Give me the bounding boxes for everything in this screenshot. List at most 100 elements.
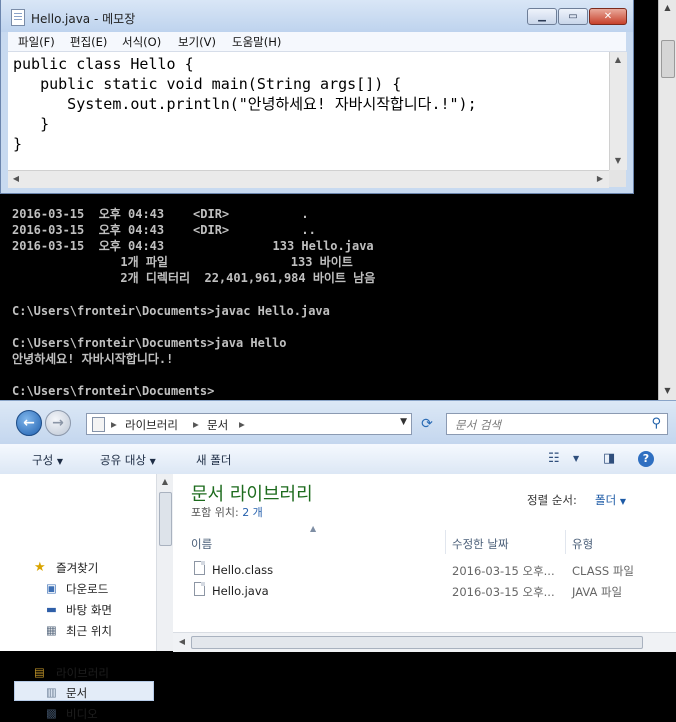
breadcrumb-documents[interactable]: 문서 <box>207 417 228 433</box>
notepad-content: public class Hello { public static void … <box>13 55 477 153</box>
star-icon: ★ <box>34 560 46 575</box>
close-icon: ✕ <box>603 11 613 22</box>
scroll-right-icon[interactable]: ▶ <box>592 171 608 187</box>
menu-view[interactable]: 보기(V) <box>178 34 216 50</box>
search-icon[interactable]: ⚲ <box>651 416 661 431</box>
file-name[interactable]: Hello.class <box>212 563 273 577</box>
video-icon: ▩ <box>46 706 57 720</box>
recent-places-icon: ▦ <box>46 623 57 637</box>
search-placeholder: 문서 검색 <box>455 418 501 432</box>
notepad-horizontal-scrollbar[interactable]: ◀ ▶ <box>8 170 609 188</box>
share-button[interactable]: 공유 대상 ▼ <box>100 452 156 468</box>
chevron-down-icon: ▼ <box>56 457 63 466</box>
console-line: 안녕하세요! 자바시작합니다.! <box>12 352 174 366</box>
console-scroll-thumb[interactable] <box>661 40 675 78</box>
file-list-horizontal-scrollbar[interactable]: ◀ <box>173 632 676 652</box>
console-line: 2개 디렉터리 22,401,961,984 바이트 남음 <box>12 271 376 285</box>
file-name[interactable]: Hello.java <box>212 584 269 598</box>
new-folder-button[interactable]: 새 폴더 <box>196 452 231 468</box>
nav-item-downloads[interactable]: 다운로드 <box>66 581 108 597</box>
notepad-vertical-scrollbar[interactable]: ▲ ▼ <box>609 52 627 170</box>
search-input[interactable]: 문서 검색 ⚲ <box>446 413 668 435</box>
menu-help[interactable]: 도움말(H) <box>232 34 281 50</box>
back-button[interactable]: ← <box>16 410 42 436</box>
libraries-icon: ▤ <box>34 665 45 679</box>
arrow-left-icon: ← <box>23 415 35 431</box>
scroll-up-icon[interactable]: ▲ <box>157 474 173 490</box>
forward-button[interactable]: → <box>45 410 71 436</box>
file-list-pane: 문서 라이브러리 포함 위치: 2 개 정렬 순서: 폴더 ▼ ▲ 이름 수정한… <box>173 474 676 651</box>
breadcrumb-chevron-icon[interactable]: ▸ <box>111 417 117 431</box>
file-date: 2016-03-15 오후... <box>452 564 555 578</box>
refresh-button[interactable]: ⟳ <box>416 413 438 435</box>
organize-label: 구성 <box>32 453 54 467</box>
console-line: 2016-03-15 오후 04:43 <DIR> .. <box>12 223 316 237</box>
includes-count-link[interactable]: 2 개 <box>242 506 263 519</box>
sort-ascending-icon: ▲ <box>310 524 317 533</box>
column-divider[interactable] <box>565 530 566 554</box>
preview-pane-icon[interactable]: ◨ <box>603 451 615 466</box>
navigation-pane: ★ 즐겨찾기 ▣ 다운로드 ▬ 바탕 화면 ▦ 최근 위치 ▤ 라이브러리 ▥ … <box>0 474 173 721</box>
console-scrollbar[interactable]: ▲ ▼ <box>658 0 676 400</box>
nav-item-documents[interactable]: 문서 <box>66 685 87 701</box>
nav-item-videos[interactable]: 비디오 <box>66 706 98 722</box>
chevron-down-icon[interactable]: ▼ <box>573 454 579 463</box>
explorer-toolbar: 구성 ▼ 공유 대상 ▼ 새 폴더 ☷ ▼ ◨ ? <box>0 444 676 475</box>
address-bar[interactable]: ▸ 라이브러리 ▸ 문서 ▸ ▼ <box>86 413 412 435</box>
column-divider[interactable] <box>445 530 446 554</box>
maximize-icon: ▭ <box>568 11 578 22</box>
notepad-resize-grip[interactable] <box>609 170 626 187</box>
console-line: 1개 파일 133 바이트 <box>12 255 353 269</box>
nav-scrollbar[interactable]: ▲ <box>156 474 173 651</box>
minimize-button[interactable]: ▁ <box>527 8 557 25</box>
console-line: C:\Users\fronteir\Documents>javac Hello.… <box>12 304 330 318</box>
nav-item-recent[interactable]: 최근 위치 <box>66 623 112 639</box>
view-options-icon[interactable]: ☷ <box>548 451 560 466</box>
menu-edit[interactable]: 편집(E) <box>70 34 107 50</box>
nav-favorites[interactable]: 즐겨찾기 <box>56 560 98 576</box>
file-icon <box>194 561 205 575</box>
share-label: 공유 대상 <box>100 453 146 467</box>
notepad-window[interactable]: Hello.java - 메모장 ▁ ▭ ✕ 파일(F) 편집(E) 서식(O)… <box>0 0 634 194</box>
column-header-type[interactable]: 유형 <box>572 536 593 552</box>
nav-libraries[interactable]: 라이브러리 <box>56 665 109 681</box>
scroll-up-icon[interactable]: ▲ <box>659 0 676 16</box>
file-date: 2016-03-15 오후... <box>452 585 555 599</box>
nav-scroll-thumb[interactable] <box>159 492 172 546</box>
scroll-down-icon[interactable]: ▼ <box>610 153 626 169</box>
scroll-left-icon[interactable]: ◀ <box>174 634 190 650</box>
scroll-left-icon[interactable]: ◀ <box>8 171 24 187</box>
breadcrumb-chevron-icon[interactable]: ▸ <box>239 417 245 431</box>
minimize-icon: ▁ <box>538 11 546 22</box>
help-icon[interactable]: ? <box>638 451 654 467</box>
organize-button[interactable]: 구성 ▼ <box>32 452 63 468</box>
file-list-scroll-thumb[interactable] <box>191 636 643 649</box>
notepad-menubar: 파일(F) 편집(E) 서식(O) 보기(V) 도움말(H) <box>8 32 626 52</box>
documents-icon: ▥ <box>46 685 57 699</box>
sort-value: 폴더 <box>595 493 617 507</box>
breadcrumb-libraries[interactable]: 라이브러리 <box>125 417 178 433</box>
explorer-navbar: ← → ▸ 라이브러리 ▸ 문서 ▸ ▼ ⟳ 문서 검색 ⚲ <box>0 400 676 445</box>
includes-label: 포함 위치: <box>191 506 239 519</box>
file-icon <box>194 582 205 596</box>
refresh-icon: ⟳ <box>421 416 433 432</box>
menu-format[interactable]: 서식(O) <box>122 34 161 50</box>
notepad-text-area[interactable]: public class Hello { public static void … <box>8 52 626 170</box>
console-line: 2016-03-15 오후 04:43 <DIR> . <box>12 207 309 221</box>
notepad-titlebar[interactable]: Hello.java - 메모장 ▁ ▭ ✕ <box>1 0 633 32</box>
close-button[interactable]: ✕ <box>589 8 627 25</box>
scroll-up-icon[interactable]: ▲ <box>610 52 626 68</box>
column-header-date[interactable]: 수정한 날짜 <box>452 536 509 552</box>
column-header-name[interactable]: 이름 <box>191 536 212 552</box>
download-folder-icon: ▣ <box>46 581 57 595</box>
console-line: 2016-03-15 오후 04:43 133 Hello.java <box>12 239 374 253</box>
maximize-button[interactable]: ▭ <box>558 8 588 25</box>
address-dropdown-icon[interactable]: ▼ <box>400 417 407 427</box>
desktop-icon: ▬ <box>46 602 57 616</box>
menu-file[interactable]: 파일(F) <box>18 34 55 50</box>
nav-item-desktop[interactable]: 바탕 화면 <box>66 602 112 618</box>
breadcrumb-chevron-icon[interactable]: ▸ <box>193 417 199 431</box>
explorer-window[interactable]: ← → ▸ 라이브러리 ▸ 문서 ▸ ▼ ⟳ 문서 검색 ⚲ 구성 ▼ 공유 대… <box>0 400 676 721</box>
sort-dropdown[interactable]: 폴더 ▼ <box>595 492 626 508</box>
scroll-down-icon[interactable]: ▼ <box>659 383 676 399</box>
